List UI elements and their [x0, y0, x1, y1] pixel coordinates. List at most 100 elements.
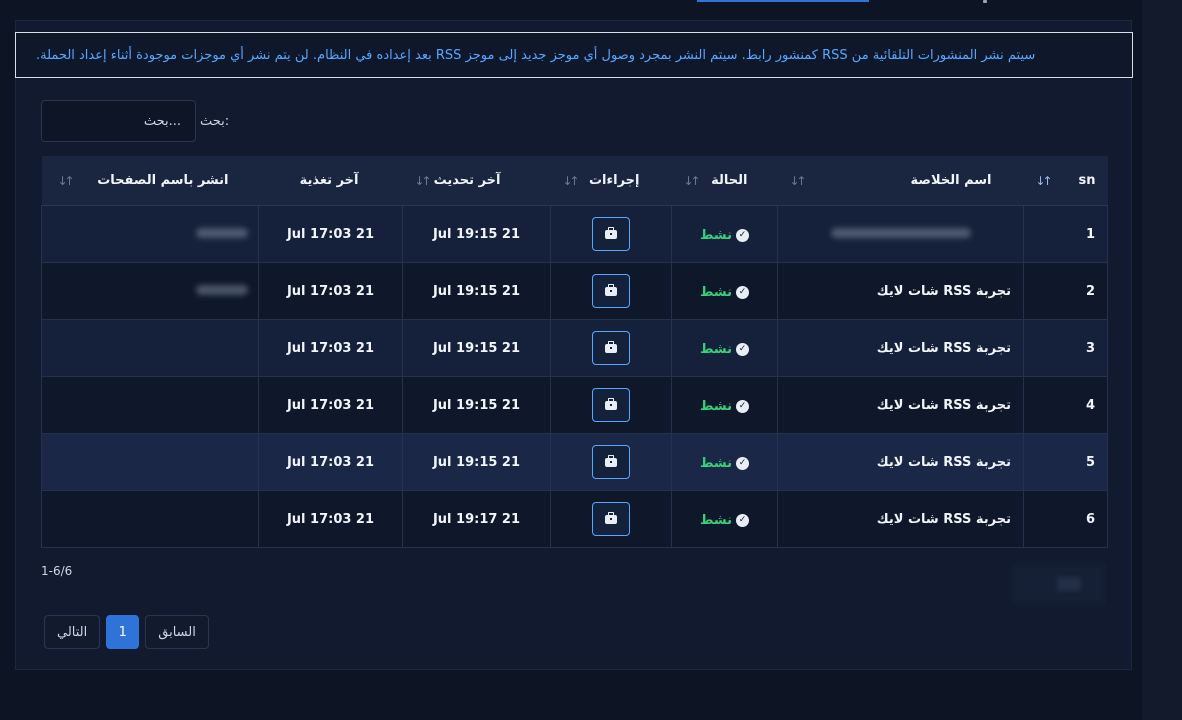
previous-page-button[interactable]: السابق: [145, 615, 209, 649]
action-button[interactable]: [592, 445, 630, 479]
check-circle-icon: ✓: [736, 513, 750, 527]
cell-last-feed: Jul 17:03 21: [258, 433, 403, 491]
table-row: 1 ✓ نشط Jul 19:15 21 Jul 17:03 21: [41, 205, 1108, 263]
table-row: 5 تجربة RSS شات لايك ✓ نشط Jul 19:15 21 J…: [41, 433, 1108, 491]
info-notice: سيتم نشر المنشورات التلقائية من RSS كمنش…: [15, 32, 1133, 78]
cell-sn: 1: [1023, 205, 1108, 263]
status-badge: ✓ نشط: [700, 285, 750, 300]
cell-last-feed: Jul 17:03 21: [258, 319, 403, 377]
briefcase-icon: [605, 511, 617, 524]
cell-actions: [550, 205, 672, 263]
pagination-range: 1-6/6: [41, 564, 73, 578]
header-publish-as[interactable]: انشر باسم الصفحات ↑↓: [41, 156, 259, 206]
cell-last-update: Jul 19:15 21: [402, 433, 551, 491]
cell-last-feed: Jul 17:03 21: [258, 262, 403, 320]
cell-feed-name: تجربة RSS شات لايك: [777, 433, 1024, 491]
page-size-select[interactable]: [1012, 563, 1106, 605]
header-actions[interactable]: إجراءات ↑↓: [550, 156, 672, 206]
table-header-row: sn ↑↓ اسم الخلاصة ↑↓ الحالة ↑↓ إجراءات ↑↓ آخ…: [41, 156, 1108, 206]
top-tab-indicator: [697, 0, 869, 2]
check-circle-icon: ✓: [736, 399, 750, 413]
header-last-feed[interactable]: آخر تغذية: [258, 156, 403, 206]
top-indicator-dot: [983, 0, 987, 3]
cell-last-update: Jul 19:15 21: [402, 262, 551, 320]
cell-publish-as: [41, 205, 259, 263]
search-label: بحث:: [200, 113, 230, 129]
briefcase-icon: [605, 340, 617, 353]
cell-status: ✓ نشط: [671, 205, 778, 263]
header-sn[interactable]: sn ↑↓: [1023, 156, 1108, 206]
cell-status: ✓ نشط: [671, 319, 778, 377]
briefcase-icon: [605, 226, 617, 239]
rss-feeds-table: sn ↑↓ اسم الخلاصة ↑↓ الحالة ↑↓ إجراءات ↑↓ آخ…: [41, 156, 1108, 548]
action-button[interactable]: [592, 331, 630, 365]
search-input[interactable]: [41, 100, 196, 142]
check-circle-icon: ✓: [736, 285, 750, 299]
action-button[interactable]: [592, 274, 630, 308]
table-row: 4 تجربة RSS شات لايك ✓ نشط Jul 19:15 21 J…: [41, 376, 1108, 434]
header-status[interactable]: الحالة ↑↓: [671, 156, 778, 206]
briefcase-icon: [605, 397, 617, 410]
right-rail: [1142, 0, 1182, 720]
sort-icon[interactable]: ↑↓: [684, 174, 701, 188]
sort-icon[interactable]: ↑↓: [790, 174, 807, 188]
cell-status: ✓ نشط: [671, 262, 778, 320]
search-bar: بحث:: [41, 100, 229, 142]
cell-feed-name: تجربة RSS شات لايك: [777, 490, 1024, 548]
table-row: 2 تجربة RSS شات لايك ✓ نشط Jul 19:15 21 J…: [41, 262, 1108, 320]
cell-last-update: Jul 19:17 21: [402, 490, 551, 548]
action-button[interactable]: [592, 388, 630, 422]
cell-feed-name: تجربة RSS شات لايك: [777, 376, 1024, 434]
blurred-page-name: [196, 284, 248, 295]
check-circle-icon: ✓: [736, 228, 750, 242]
sort-icon[interactable]: ↑↓: [415, 174, 432, 188]
table-row: 6 تجربة RSS شات لايك ✓ نشط Jul 19:17 21 J…: [41, 490, 1108, 548]
check-circle-icon: ✓: [736, 342, 750, 356]
cell-actions: [550, 319, 672, 377]
sort-icon[interactable]: ↑↓: [58, 174, 75, 188]
sort-icon[interactable]: ↑↓: [1036, 174, 1053, 188]
status-badge: ✓ نشط: [700, 342, 750, 357]
cell-status: ✓ نشط: [671, 376, 778, 434]
cell-publish-as: [41, 319, 259, 377]
cell-sn: 4: [1023, 376, 1108, 434]
cell-status: ✓ نشط: [671, 433, 778, 491]
cell-feed-name: تجربة RSS شات لايك: [777, 319, 1024, 377]
cell-status: ✓ نشط: [671, 490, 778, 548]
cell-feed-name: تجربة RSS شات لايك: [777, 262, 1024, 320]
briefcase-icon: [605, 283, 617, 296]
blurred-feed-name: [830, 227, 971, 238]
header-last-update[interactable]: آخر تحديث ↑↓: [402, 156, 551, 206]
cell-last-feed: Jul 17:03 21: [258, 205, 403, 263]
cell-publish-as: [41, 490, 259, 548]
cell-actions: [550, 490, 672, 548]
cell-last-feed: Jul 17:03 21: [258, 490, 403, 548]
action-button[interactable]: [592, 217, 630, 251]
cell-publish-as: [41, 433, 259, 491]
cell-feed-name: [777, 205, 1024, 263]
cell-publish-as: [41, 262, 259, 320]
sort-icon[interactable]: ↑↓: [563, 174, 580, 188]
cell-last-update: Jul 19:15 21: [402, 376, 551, 434]
status-badge: ✓ نشط: [700, 228, 750, 243]
cell-actions: [550, 262, 672, 320]
header-feed-name[interactable]: اسم الخلاصة ↑↓: [777, 156, 1024, 206]
next-page-button[interactable]: التالي: [44, 615, 101, 649]
status-badge: ✓ نشط: [700, 513, 750, 528]
cell-actions: [550, 433, 672, 491]
cell-sn: 5: [1023, 433, 1108, 491]
cell-publish-as: [41, 376, 259, 434]
page-size-value: [1057, 577, 1081, 591]
cell-actions: [550, 376, 672, 434]
cell-sn: 6: [1023, 490, 1108, 548]
action-button[interactable]: [592, 502, 630, 536]
cell-sn: 3: [1023, 319, 1108, 377]
page-1-button[interactable]: 1: [106, 615, 140, 649]
cell-last-update: Jul 19:15 21: [402, 319, 551, 377]
pagination: التالي 1 السابق: [44, 615, 209, 649]
status-badge: ✓ نشط: [700, 456, 750, 471]
briefcase-icon: [605, 454, 617, 467]
cell-last-feed: Jul 17:03 21: [258, 376, 403, 434]
table-row: 3 تجربة RSS شات لايك ✓ نشط Jul 19:15 21 J…: [41, 319, 1108, 377]
blurred-page-name: [196, 227, 248, 238]
